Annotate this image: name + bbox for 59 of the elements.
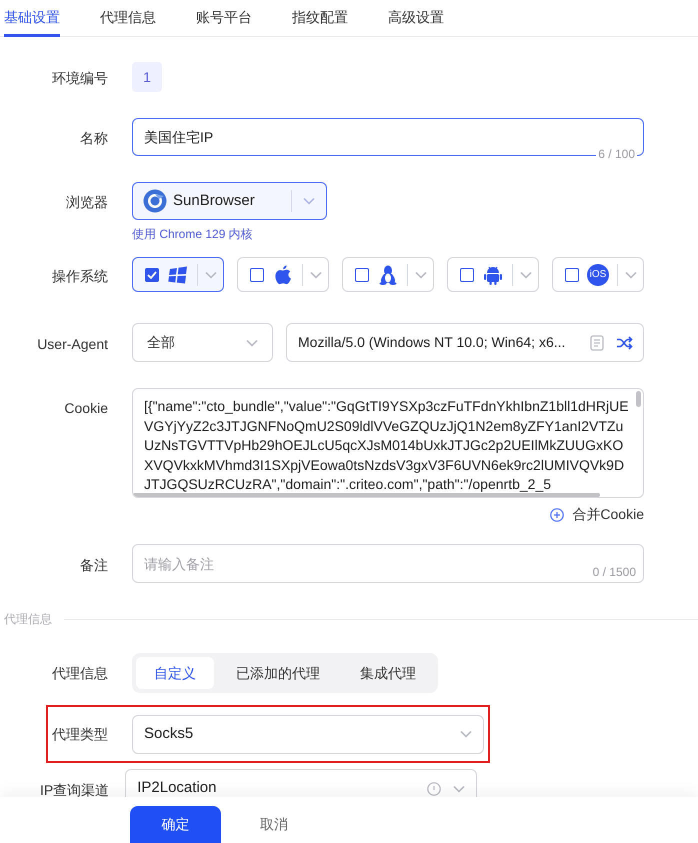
os-option[interactable] <box>132 257 224 292</box>
checkbox[interactable] <box>145 268 159 282</box>
check-icon <box>147 270 157 278</box>
chevron-down-icon <box>204 270 216 278</box>
tab[interactable]: 账号平台 <box>196 0 252 37</box>
user-agent-field[interactable]: Mozilla/5.0 (Windows NT 10.0; Win64; x6... <box>286 323 644 362</box>
field-label: User-Agent <box>36 335 108 354</box>
cancel-button[interactable]: 取消 <box>246 806 302 843</box>
field-label: 名称 <box>79 129 108 148</box>
field-label: 代理类型 <box>52 724 108 744</box>
chevron-down-icon <box>303 197 315 205</box>
field-label: 备注 <box>79 556 108 575</box>
environment-number: 1 <box>132 62 162 92</box>
checkbox[interactable] <box>250 268 264 282</box>
tab[interactable]: 指纹配置 <box>292 0 348 37</box>
apple-icon <box>274 264 292 284</box>
agent-filter-select[interactable]: 全部 <box>132 323 273 362</box>
system-logo: iOS <box>587 264 609 286</box>
chevron-down-icon <box>414 270 426 278</box>
chevron-down-icon <box>460 730 472 738</box>
checkbox[interactable] <box>460 268 474 282</box>
penguin-icon <box>379 264 397 284</box>
plus-circle-icon <box>550 508 564 522</box>
chevron-down-icon <box>310 270 322 278</box>
document-icon <box>590 334 604 350</box>
confirm-button[interactable]: 确定 <box>130 806 221 843</box>
os-option[interactable]: iOS <box>552 257 644 292</box>
chevron-down-icon <box>520 270 532 278</box>
tab[interactable]: 基础设置 <box>4 0 60 37</box>
checkbox[interactable] <box>565 268 579 282</box>
windows-icon <box>168 266 188 284</box>
character-counter: 0 / 1500 <box>592 564 636 581</box>
scrollbar-thumb[interactable] <box>636 391 641 407</box>
proxy-type-select[interactable]: Socks5 <box>132 714 484 754</box>
field-label: 浏览器 <box>65 193 108 212</box>
field-label: IP查询渠道 <box>40 781 110 797</box>
checkbox[interactable] <box>355 268 369 282</box>
android-icon <box>484 264 502 284</box>
field-label: 代理信息 <box>51 664 108 683</box>
tab[interactable]: 高级设置 <box>388 0 444 37</box>
cookie-field[interactable]: [{"name":"cto_bundle","value":"GqGtTI9YSXp3czFuTFdnYkhIbnZ1bll1dHRjUEVGYjYyZ2c3JTJGNFNoQmU2S09ldlVVeGZQUzJjQ1N2em8yZFY1anI2VTZuUzNsTGVTTVpHb29hOEJLcU5qcXJsM014bUxkJTJGc2p2UEIlMkZUUGxKOXVQVkxkMVhmd3I1SXpjVEowa0tsNzdsV3gxV3F6UVN6ek9rc2lUMIVQVk9DJTJGQSUzRCUzRA","domain":".criteo.com","path":"/openrtb_2_5 <box>132 388 644 498</box>
section-title: 代理信息 <box>4 611 52 628</box>
field-label: 环境编号 <box>51 69 108 88</box>
shuffle-icon <box>616 336 633 350</box>
scrollbar-thumb[interactable] <box>133 493 600 497</box>
segment-option[interactable]: 已添加的代理 <box>218 657 338 689</box>
chevron-down-icon <box>624 270 636 278</box>
info-icon <box>427 782 442 796</box>
segment-option[interactable]: 集成代理 <box>342 657 434 689</box>
browser-select[interactable]: SunBrowser <box>132 182 327 220</box>
segment-option[interactable]: 自定义 <box>136 657 214 689</box>
field-label: Cookie <box>63 399 108 418</box>
merge-cookie-button[interactable]: 合并Cookie <box>550 504 644 525</box>
engine-hint: 使用 Chrome 129 内核 <box>132 226 253 242</box>
field-label: 操作系统 <box>51 267 108 286</box>
chevron-down-icon <box>453 784 466 792</box>
chevron-down-icon <box>246 338 258 346</box>
tab[interactable]: 代理信息 <box>100 0 156 37</box>
browser-icon <box>143 189 167 213</box>
